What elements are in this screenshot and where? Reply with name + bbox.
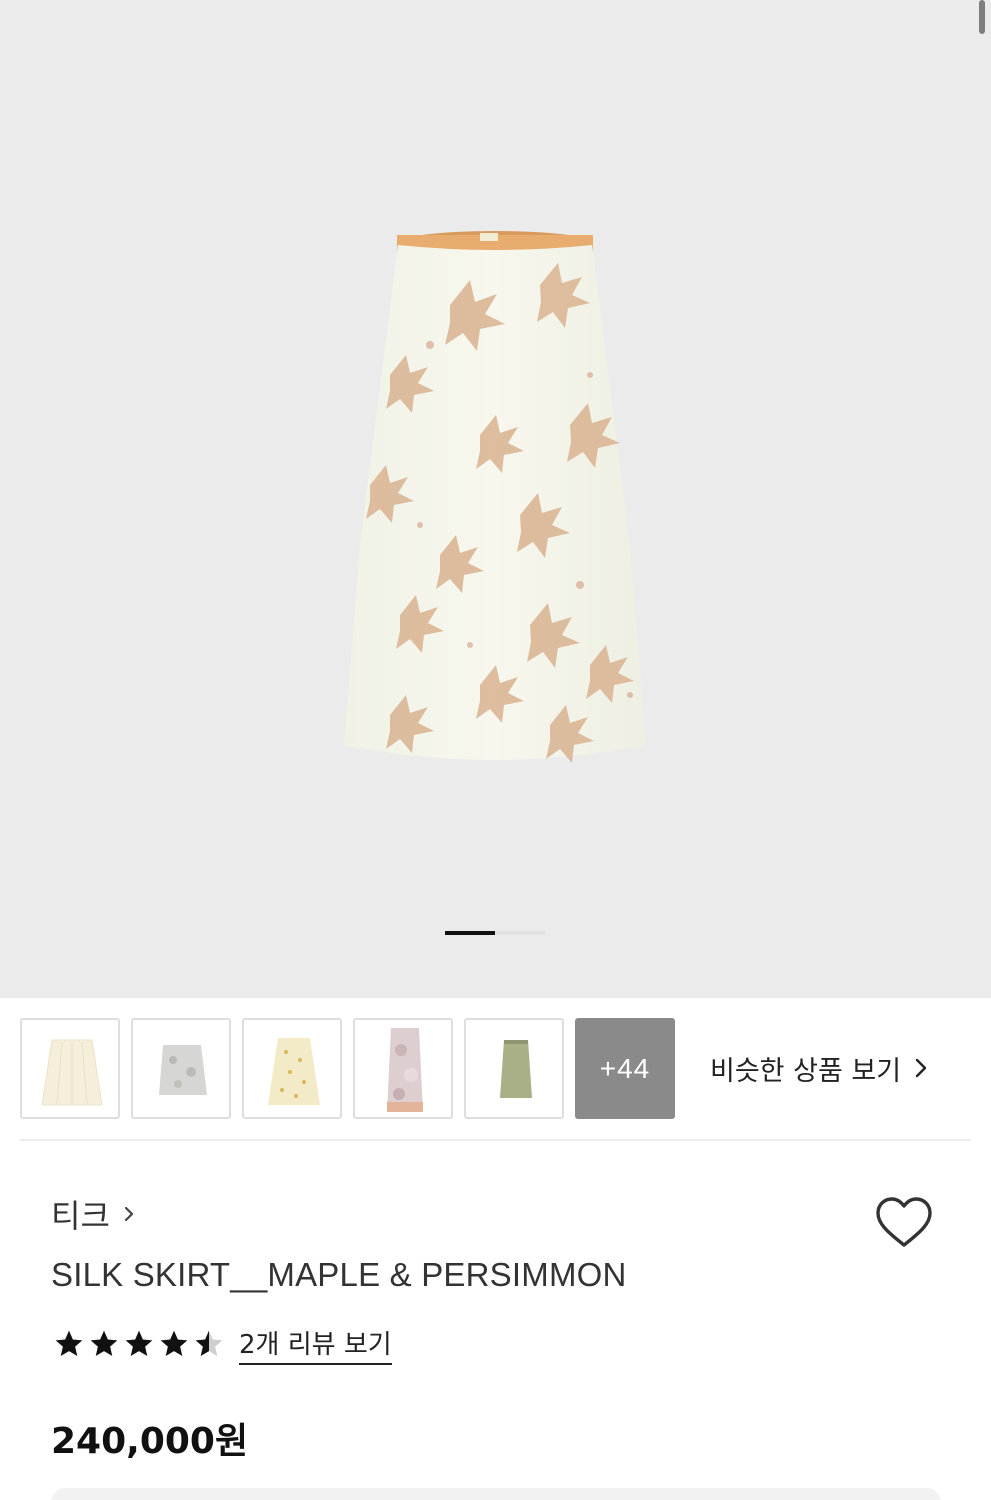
star-filled-icon (125, 1330, 153, 1356)
star-half-icon (195, 1330, 223, 1356)
brand-name: 티크 (51, 1197, 110, 1235)
similar-label: 비슷한 상품 보기 (710, 1055, 902, 1087)
wishlist-heart-icon[interactable] (874, 1195, 934, 1251)
more-count: +44 (599, 1052, 651, 1084)
thumbnail-grey-floral-skirt[interactable] (131, 1018, 231, 1119)
star-rating (53, 1328, 225, 1360)
product-title: SILK SKIRT__MAPLE & PERSIMMON (51, 1256, 627, 1293)
view-similar-products-link[interactable]: 비슷한 상품 보기 (710, 1048, 931, 1088)
pager-dot-active[interactable] (445, 931, 495, 935)
thumbnail-cream-pleated-skirt[interactable] (20, 1018, 120, 1119)
star-filled-icon (90, 1330, 118, 1356)
star-filled-icon (55, 1330, 83, 1356)
view-reviews-link[interactable]: 2개 리뷰 보기 (239, 1324, 392, 1365)
product-price: 240,000원 (51, 1421, 249, 1462)
thumbnail-yellow-dot-skirt[interactable] (242, 1018, 342, 1119)
thumbnail-olive-green-skirt[interactable] (464, 1018, 564, 1119)
chevron-right-icon (915, 1058, 927, 1078)
divider (20, 1139, 971, 1141)
more-thumbnails-button[interactable]: +44 (575, 1018, 675, 1119)
star-filled-icon (160, 1330, 188, 1356)
product-page: +44 비슷한 상품 보기 티크 SILK SKIRT__MAPLE & PER… (0, 0, 991, 1500)
rating-row: 2개 리뷰 보기 (53, 1324, 392, 1365)
carousel-pager (445, 931, 545, 935)
skirt-image (344, 231, 646, 763)
similar-products-strip: +44 (20, 1018, 675, 1119)
chevron-right-icon (124, 1206, 133, 1222)
partial-option-box[interactable] (51, 1488, 941, 1500)
brand-link[interactable]: 티크 (51, 1192, 136, 1236)
product-image-carousel[interactable] (0, 0, 991, 998)
pager-dot[interactable] (495, 931, 545, 935)
thumbnail-pink-pattern-skirt[interactable] (353, 1018, 453, 1119)
scrollbar[interactable] (979, 0, 985, 34)
